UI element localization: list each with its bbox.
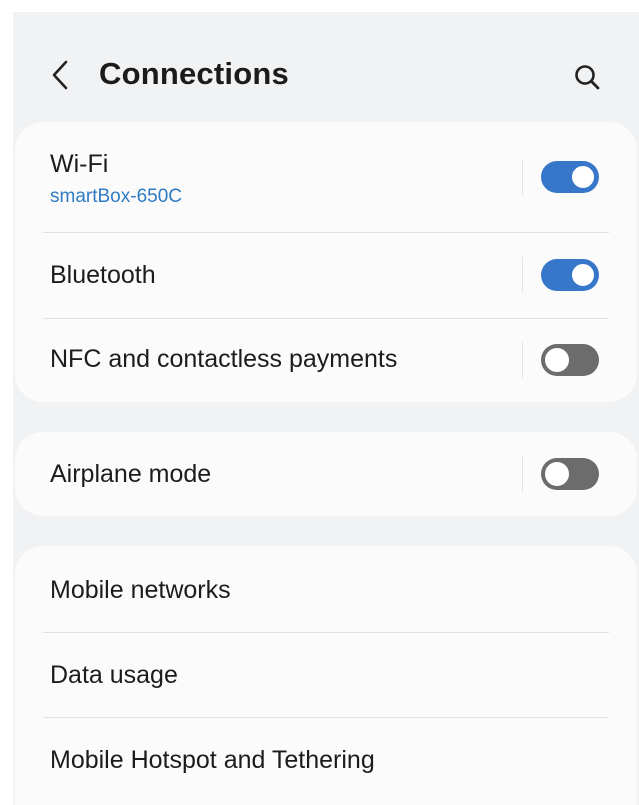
chevron-left-icon (52, 60, 68, 90)
settings-screen: Connections Wi-Fi smartBox-650C Bluetoot… (13, 12, 639, 805)
mobile-networks-row[interactable]: Mobile networks (15, 546, 637, 632)
airplane-mode-label: Airplane mode (50, 460, 212, 488)
toggle-knob (570, 262, 596, 288)
airplane-mode-toggle[interactable] (541, 458, 599, 490)
wifi-label: Wi-Fi (50, 150, 109, 178)
bluetooth-toggle[interactable] (541, 259, 599, 291)
nfc-row[interactable]: NFC and contactless payments (15, 319, 637, 402)
wifi-row[interactable]: Wi-Fi smartBox-650C (15, 122, 637, 232)
airplane-mode-row[interactable]: Airplane mode (15, 432, 637, 516)
wifi-network-name: smartBox-650C (50, 186, 182, 207)
toggle-knob (543, 460, 571, 488)
row-separator (522, 257, 523, 293)
page-title: Connections (99, 56, 289, 91)
mobile-hotspot-label: Mobile Hotspot and Tethering (50, 746, 375, 774)
network-settings-card: Mobile networks Data usage Mobile Hotspo… (15, 546, 637, 805)
toggle-knob (570, 164, 596, 190)
data-usage-label: Data usage (50, 661, 178, 689)
bluetooth-row[interactable]: Bluetooth (15, 233, 637, 318)
mobile-hotspot-row[interactable]: Mobile Hotspot and Tethering (15, 718, 637, 805)
toggle-knob (543, 346, 571, 374)
airplane-mode-card: Airplane mode (15, 432, 637, 516)
search-button[interactable] (569, 59, 605, 95)
row-separator (522, 159, 523, 195)
back-button[interactable] (45, 56, 75, 94)
bluetooth-label: Bluetooth (50, 261, 156, 289)
search-icon (575, 65, 600, 90)
nfc-label: NFC and contactless payments (50, 345, 398, 373)
nfc-toggle[interactable] (541, 344, 599, 376)
mobile-networks-label: Mobile networks (50, 576, 231, 604)
row-separator (522, 456, 523, 492)
data-usage-row[interactable]: Data usage (15, 633, 637, 717)
row-separator (522, 342, 523, 378)
app-bar: Connections (13, 12, 639, 122)
wifi-toggle[interactable] (541, 161, 599, 193)
wireless-settings-card: Wi-Fi smartBox-650C Bluetooth NFC and co… (15, 122, 637, 402)
